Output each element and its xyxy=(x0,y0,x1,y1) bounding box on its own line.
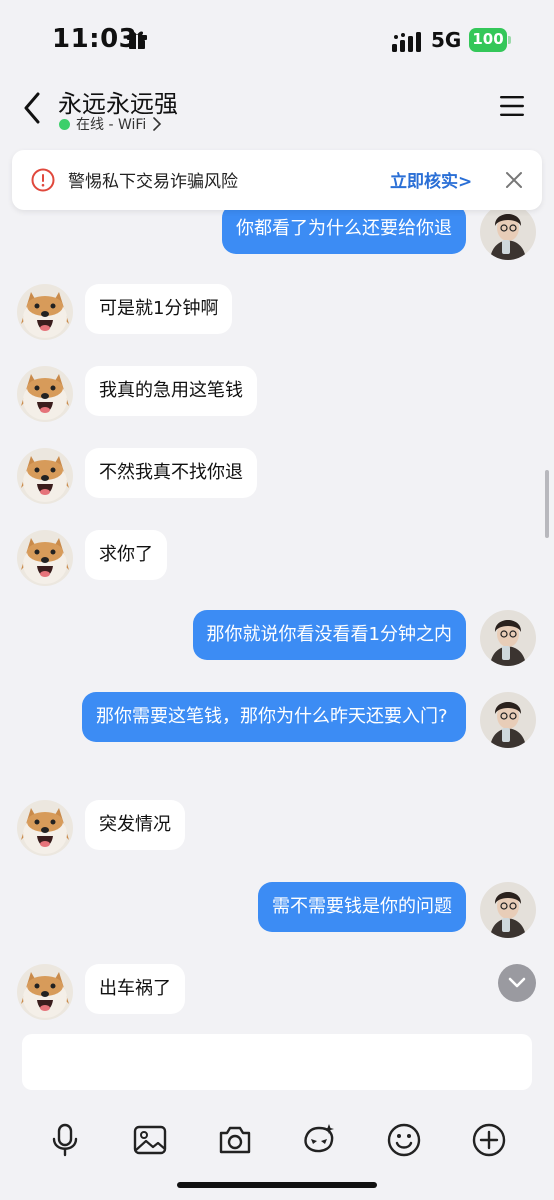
close-icon[interactable] xyxy=(504,170,524,190)
status-time: 11:03 xyxy=(52,24,138,54)
plus-icon[interactable] xyxy=(471,1122,507,1158)
home-indicator[interactable] xyxy=(177,1182,377,1188)
chevron-down-icon xyxy=(508,977,526,988)
gift-icon xyxy=(127,31,147,49)
contact-status[interactable]: 在线 - WiFi xyxy=(59,114,162,134)
user-avatar-image xyxy=(480,882,536,938)
chat-area[interactable]: 你都看了为什么还要给你退 可是就1分钟啊 我真的急用这笔钱 不然我真不找你退 求… xyxy=(0,138,554,1020)
user-avatar-image xyxy=(480,692,536,748)
message-outgoing: 你都看了为什么还要给你退 xyxy=(222,204,536,260)
battery-indicator: 100 xyxy=(469,28,511,52)
scrollbar[interactable] xyxy=(545,470,549,538)
back-button[interactable] xyxy=(14,88,50,128)
dog-avatar-image xyxy=(17,964,73,1020)
dog-avatar-image xyxy=(17,530,73,586)
message-incoming: 求你了 xyxy=(17,530,167,586)
fraud-warning-banner: 警惕私下交易诈骗风险 立即核实> xyxy=(12,150,542,210)
message-outgoing: 那你就说你看没看看1分钟之内 xyxy=(192,610,536,666)
contact-status-text: 在线 - WiFi xyxy=(76,117,147,133)
battery-level: 100 xyxy=(472,30,504,48)
message-bubble[interactable]: 你都看了为什么还要给你退 xyxy=(222,204,466,254)
message-bubble[interactable]: 那你就说你看没看看1分钟之内 xyxy=(192,610,466,660)
user-avatar-image xyxy=(480,610,536,666)
user-avatar[interactable] xyxy=(480,204,536,260)
message-bubble[interactable]: 出车祸了 xyxy=(85,964,185,1014)
contact-avatar[interactable] xyxy=(17,530,73,586)
message-outgoing: 那你需要这笔钱，那你为什么昨天还要入门? xyxy=(82,692,536,748)
dog-avatar-image xyxy=(17,448,73,504)
signal-icon xyxy=(392,32,421,52)
warning-text: 警惕私下交易诈骗风险 xyxy=(68,172,238,192)
user-avatar[interactable] xyxy=(480,692,536,748)
message-incoming: 我真的急用这笔钱 xyxy=(17,366,257,422)
image-icon[interactable] xyxy=(132,1122,168,1158)
microphone-icon[interactable] xyxy=(47,1122,83,1158)
message-bubble[interactable]: 可是就1分钟啊 xyxy=(85,284,233,334)
user-avatar[interactable] xyxy=(480,610,536,666)
dog-avatar-image xyxy=(17,800,73,856)
contact-avatar[interactable] xyxy=(17,800,73,856)
chevron-right-icon xyxy=(153,117,162,131)
user-avatar-image xyxy=(480,204,536,260)
back-chevron-icon xyxy=(24,92,40,124)
emoji-icon[interactable] xyxy=(386,1122,422,1158)
message-bubble[interactable]: 不然我真不找你退 xyxy=(85,448,257,498)
dog-avatar-image xyxy=(17,366,73,422)
network-label: 5G xyxy=(431,28,462,52)
message-bubble[interactable]: 我真的急用这笔钱 xyxy=(85,366,257,416)
message-incoming: 可是就1分钟啊 xyxy=(17,284,233,340)
dog-avatar-image xyxy=(17,284,73,340)
message-outgoing: 需不需要钱是你的问题 xyxy=(258,882,536,938)
message-input[interactable] xyxy=(22,1034,532,1090)
status-bar: 11:03 5G 100 xyxy=(0,0,554,80)
message-bubble[interactable]: 那你需要这笔钱，那你为什么昨天还要入门? xyxy=(82,692,466,742)
message-incoming: 不然我真不找你退 xyxy=(17,448,257,504)
message-incoming: 突发情况 xyxy=(17,800,185,856)
chat-header: 永远永远强 在线 - WiFi xyxy=(0,80,554,138)
contact-avatar[interactable] xyxy=(17,448,73,504)
message-bubble[interactable]: 需不需要钱是你的问题 xyxy=(258,882,466,932)
input-area xyxy=(0,1020,554,1200)
message-incoming: 出车祸了 xyxy=(17,964,185,1020)
message-bubble[interactable]: 求你了 xyxy=(85,530,167,580)
contact-avatar[interactable] xyxy=(17,964,73,1020)
message-bubble[interactable]: 突发情况 xyxy=(85,800,185,850)
verify-now-link[interactable]: 立即核实> xyxy=(390,167,472,192)
warning-circle-icon xyxy=(31,168,55,192)
user-avatar[interactable] xyxy=(480,882,536,938)
scroll-to-bottom-button[interactable] xyxy=(498,964,536,1002)
camera-icon[interactable] xyxy=(217,1122,253,1158)
contact-avatar[interactable] xyxy=(17,284,73,340)
online-dot xyxy=(59,118,70,130)
menu-icon[interactable] xyxy=(498,92,526,120)
contact-avatar[interactable] xyxy=(17,366,73,422)
sticker-icon[interactable] xyxy=(301,1122,337,1158)
